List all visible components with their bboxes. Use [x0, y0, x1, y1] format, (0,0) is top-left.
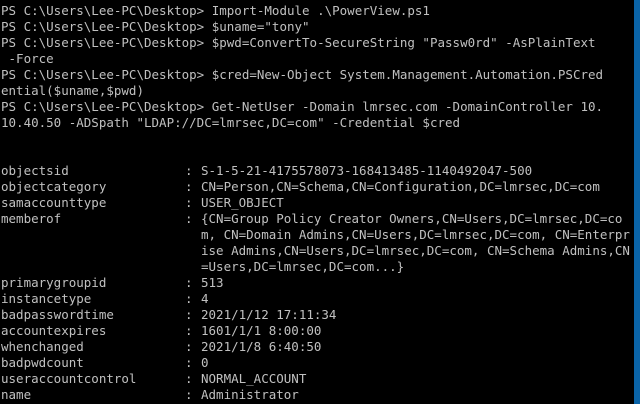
- property-row-whenchanged: whenchanged: 2021/1/8 6:40:50: [1, 339, 634, 355]
- command-continuation: ential($uname,$pwd): [1, 83, 144, 98]
- prompt: PS C:\Users\Lee-PC\Desktop>: [1, 67, 212, 82]
- prompt: PS C:\Users\Lee-PC\Desktop>: [1, 3, 212, 18]
- property-name: objectcategory: [1, 179, 107, 194]
- property-value: USER_OBJECT: [201, 195, 284, 210]
- property-name: primarygroupid: [1, 275, 107, 290]
- property-name: memberof: [1, 211, 62, 226]
- property-row-instancetype: instancetype: 4: [1, 291, 634, 307]
- property-name: badpasswordtime: [1, 307, 114, 322]
- property-value: {CN=Group Policy Creator Owners,CN=Users…: [201, 211, 630, 274]
- window-scrollbar[interactable]: [634, 0, 640, 404]
- property-row-primarygroupid: primarygroupid: 513: [1, 275, 634, 291]
- property-name: badpwdcount: [1, 355, 84, 370]
- property-separator: :: [185, 195, 201, 210]
- prompt: PS C:\Users\Lee-PC\Desktop>: [1, 35, 212, 50]
- property-name: name: [1, 387, 32, 402]
- command-text: $pwd=ConvertTo-SecureString "Passw0rd" -…: [211, 35, 596, 50]
- property-separator: :: [185, 355, 201, 370]
- property-name: accountexpires: [1, 323, 107, 338]
- property-row-objectsid: objectsid: S-1-5-21-4175578073-168413485…: [1, 163, 634, 179]
- command-text: Import-Module .\PowerView.ps1: [211, 3, 430, 18]
- command-line: PS C:\Users\Lee-PC\Desktop> $cred=New-Ob…: [1, 67, 634, 83]
- property-value: 2021/1/12 17:11:34: [201, 307, 337, 322]
- property-value: 2021/1/8 6:40:50: [201, 339, 322, 354]
- property-value: 0: [201, 355, 209, 370]
- command-line: PS C:\Users\Lee-PC\Desktop> $pwd=Convert…: [1, 35, 634, 51]
- property-name: objectsid: [1, 163, 69, 178]
- command-history: PS C:\Users\Lee-PC\Desktop> Import-Modul…: [1, 3, 634, 131]
- property-separator: :: [185, 211, 201, 226]
- property-value: 1601/1/1 8:00:00: [201, 323, 322, 338]
- command-continuation: -Force: [1, 51, 54, 66]
- property-name: whenchanged: [1, 339, 84, 354]
- property-row-objectcategory: objectcategory: CN=Person,CN=Schema,CN=C…: [1, 179, 634, 195]
- property-separator: :: [185, 371, 201, 386]
- powershell-console[interactable]: PS C:\Users\Lee-PC\Desktop> Import-Modul…: [0, 0, 634, 404]
- property-value: Administrator: [201, 387, 299, 402]
- property-row-badpwdcount: badpwdcount: 0: [1, 355, 634, 371]
- property-value: 4: [201, 291, 209, 306]
- property-name: useraccountcontrol: [1, 371, 137, 386]
- property-separator: :: [185, 323, 201, 338]
- property-name: instancetype: [1, 291, 92, 306]
- property-separator: :: [185, 387, 201, 402]
- property-separator: :: [185, 163, 201, 178]
- command-text: Get-NetUser -Domain lmrsec.com -DomainCo…: [211, 99, 604, 114]
- prompt: PS C:\Users\Lee-PC\Desktop>: [1, 99, 212, 114]
- user-properties-output: objectsid: S-1-5-21-4175578073-168413485…: [1, 163, 634, 403]
- property-value: S-1-5-21-4175578073-168413485-1140492047…: [201, 163, 533, 178]
- property-name: samaccounttype: [1, 195, 107, 210]
- prompt: PS C:\Users\Lee-PC\Desktop>: [1, 19, 212, 34]
- property-separator: :: [185, 339, 201, 354]
- property-value: NORMAL_ACCOUNT: [201, 371, 307, 386]
- property-row-samaccounttype: samaccounttype: USER_OBJECT: [1, 195, 634, 211]
- command-line: PS C:\Users\Lee-PC\Desktop> Get-NetUser …: [1, 99, 634, 115]
- property-value: 513: [201, 275, 224, 290]
- command-continuation: 10.40.50 -ADSpath "LDAP://DC=lmrsec,DC=c…: [1, 115, 461, 130]
- property-separator: :: [185, 179, 201, 194]
- command-text: $uname="tony": [211, 19, 310, 34]
- command-text: $cred=New-Object System.Management.Autom…: [211, 67, 604, 82]
- property-row-name: name: Administrator: [1, 387, 634, 403]
- property-row-useraccountcontrol: useraccountcontrol: NORMAL_ACCOUNT: [1, 371, 634, 387]
- property-value: CN=Person,CN=Schema,CN=Configuration,DC=…: [201, 179, 600, 194]
- property-row-badpasswordtime: badpasswordtime: 2021/1/12 17:11:34: [1, 307, 634, 323]
- property-separator: :: [185, 275, 201, 290]
- command-line: PS C:\Users\Lee-PC\Desktop> Import-Modul…: [1, 3, 634, 19]
- property-separator: :: [185, 307, 201, 322]
- command-line: PS C:\Users\Lee-PC\Desktop> $uname="tony…: [1, 19, 634, 35]
- property-row-memberof: memberof: {CN=Group Policy Creator Owner…: [1, 211, 634, 275]
- property-separator: :: [185, 291, 201, 306]
- property-row-accountexpires: accountexpires: 1601/1/1 8:00:00: [1, 323, 634, 339]
